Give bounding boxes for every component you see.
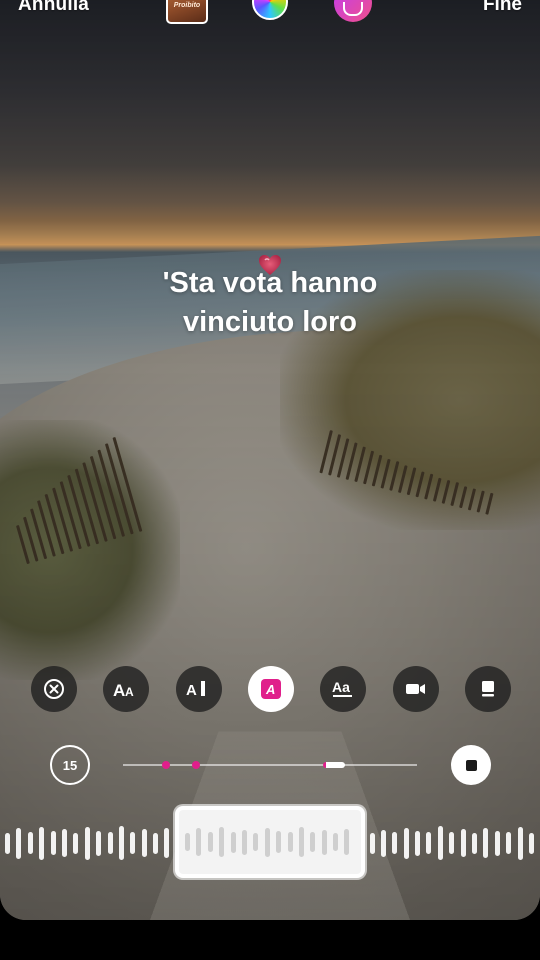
svg-text:A: A [186,682,197,699]
waveform-bar [403,827,409,859]
bottom-bar [0,920,540,960]
waveform-bar [380,829,386,857]
timeline-playhead[interactable] [322,762,345,768]
waveform-bar [472,832,478,854]
waveform-bar [426,832,432,854]
card-icon [481,681,494,697]
sticker-icon[interactable] [334,0,372,22]
card-style-button[interactable] [464,666,511,712]
svg-text:Aa: Aa [332,679,350,695]
song-cover-thumbnail[interactable]: Proibito [166,0,208,24]
waveform-bar [39,826,45,860]
video-style-button[interactable] [392,666,439,712]
selected-waveform-bar [207,832,213,852]
top-bar: Annulla Proibito Fine [0,0,540,26]
selected-waveform-bar [333,833,339,851]
background-photo [0,0,540,920]
selected-waveform-bar [276,831,282,853]
cover-title: Proibito [173,2,201,9]
waveform-bar [27,832,33,854]
stop-button[interactable] [451,745,491,785]
text-font-icon: Aa [332,679,353,697]
waveform-bar [107,832,113,854]
waveform-bar [61,829,67,857]
selected-waveform-bar [287,832,293,852]
waveform-bar [449,832,455,854]
lyric-line-1: 'Sta vota hanno [162,267,378,299]
waveform-bar [5,832,10,854]
lyric-line-2: vinciuto loro [183,306,357,338]
text-cursor-icon: A [186,681,205,699]
cancel-button[interactable]: Annulla [18,0,89,16]
done-button[interactable]: Fine [483,0,522,16]
selected-waveform-bar [196,828,202,856]
selected-waveform-bar [321,829,327,855]
text-highlight-icon: A [260,679,281,699]
waveform-bar [50,831,56,855]
timeline-track[interactable] [123,761,417,769]
waveform-bar [392,832,398,854]
waveform-bar [369,832,375,854]
color-picker-icon[interactable] [252,0,288,20]
waveform-bar [130,832,136,854]
waveform-bar [16,827,22,859]
text-highlight-button[interactable]: A [247,666,294,712]
selected-waveform-bar [185,833,190,851]
waveform-bar [460,829,466,857]
close-circle-icon [44,679,64,699]
selected-waveform [179,810,361,874]
selected-waveform-bar [230,831,236,853]
waveform-bar [494,830,500,856]
waveform-bar [96,830,102,856]
selected-waveform-bar [344,829,350,855]
stop-icon [465,759,477,771]
waveform-bar [118,826,124,860]
svg-text:A: A [125,685,134,699]
vignette [0,0,540,920]
waveform-bar [141,829,147,857]
svg-text:A: A [113,681,125,699]
remove-lyrics-button[interactable] [31,666,77,712]
text-size-button[interactable]: A A [103,666,150,712]
waveform-bar [528,832,534,854]
waveform-bar [437,826,443,860]
selected-waveform-bar [241,829,247,855]
clip-selection-window[interactable] [175,806,365,878]
timeline-marker[interactable] [191,761,200,769]
waveform-bar [73,832,79,854]
lyrics-style-toolbar: A A A A Aa [31,666,511,712]
lyric-text[interactable]: 'Sta vota hanno vinciuto loro [60,264,480,342]
waveform-bar [164,828,170,858]
waveform-bar [415,830,421,856]
waveform-bar [517,826,523,860]
duration-button[interactable]: 15 [50,745,90,785]
selected-waveform-bar [253,833,259,851]
waveform-bar [506,832,512,854]
waveform-bar [153,832,159,854]
waveform-bar [84,826,90,860]
waveform-bar [483,828,489,858]
timeline-marker[interactable] [161,761,170,769]
selected-waveform-bar [310,832,316,852]
selected-waveform-bar [264,827,270,857]
svg-text:A: A [265,682,275,697]
duration-label: 15 [62,757,78,773]
text-cursor-button[interactable]: A [175,666,222,712]
font-style-button[interactable]: Aa [320,666,367,712]
video-icon [405,684,425,694]
selected-waveform-bar [219,827,225,857]
selected-waveform-bar [298,827,304,857]
text-size-icon: A A [113,681,134,699]
